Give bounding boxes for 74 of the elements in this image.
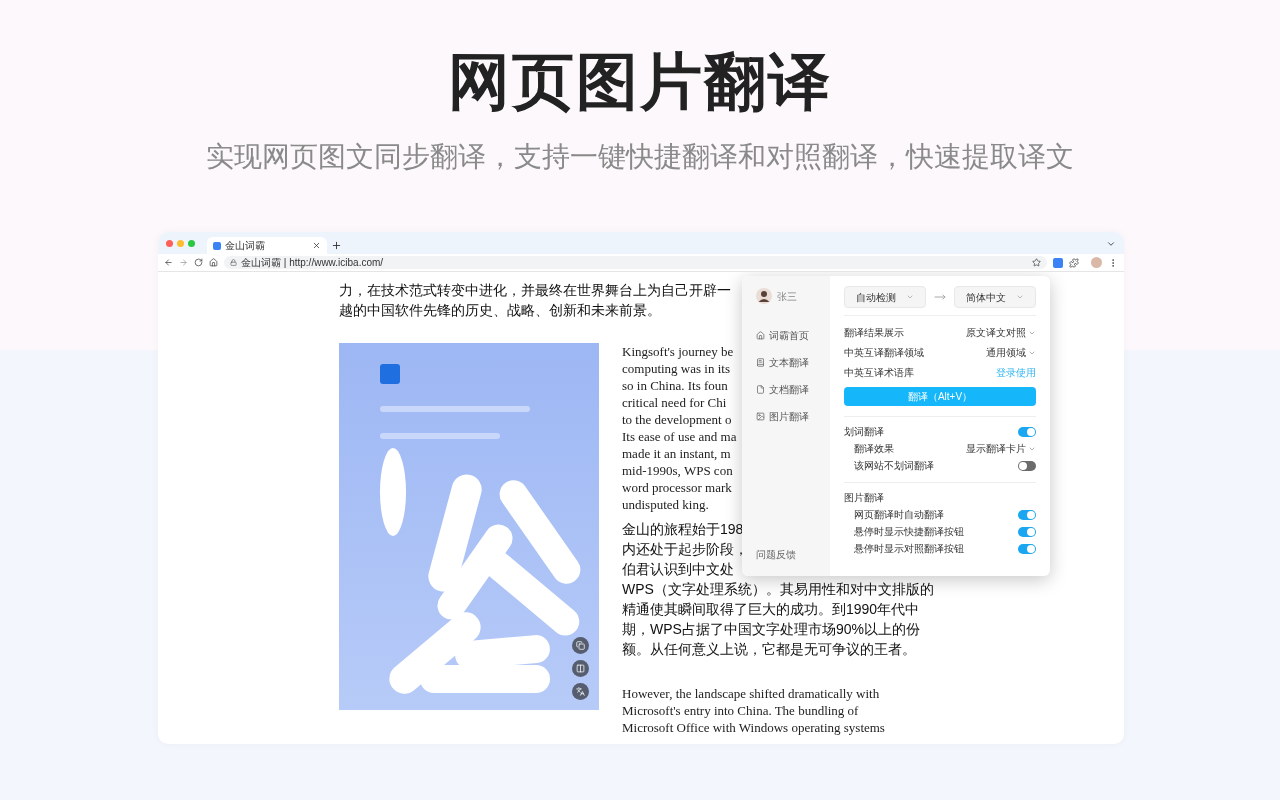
article-text: undisputed king. (622, 496, 709, 513)
article-text: computing was in its (622, 360, 730, 377)
compare-icon (576, 664, 585, 673)
setting-label: 翻译结果展示 (844, 326, 904, 340)
setting-label: 中英互译翻译领域 (844, 346, 924, 360)
page-subtitle: 实现网页图文同步翻译，支持一键快捷翻译和对照翻译，快速提取译文 (206, 140, 1074, 174)
article-text: so in China. Its foun (622, 377, 728, 394)
setting-select[interactable]: 通用领域 (986, 345, 1036, 360)
sidebar-item[interactable]: 文本翻译 (756, 349, 816, 376)
article-text: 金山的旅程始于198 (622, 520, 744, 539)
setting-select[interactable]: 显示翻译卡片 (966, 441, 1036, 456)
document-icon (756, 385, 765, 394)
setting-label: 该网站不划词翻译 (854, 459, 934, 473)
article-text: 越的中国软件先锋的历史、战略、创新和未来前景。 (339, 301, 661, 320)
article-text: 精通使其瞬间取得了巨大的成功。到1990年代中 (622, 600, 920, 619)
setting-label: 悬停时显示快捷翻译按钮 (854, 525, 964, 539)
text-icon (756, 358, 765, 367)
article-text: However, the landscape shifted dramatically with (622, 685, 880, 702)
browser-tab[interactable]: 金山词霸 (207, 237, 327, 254)
close-icon[interactable] (312, 241, 321, 250)
article-text: Microsoft Office with Windows operating systems (622, 719, 885, 736)
article-text: 内还处于起步阶段， (622, 540, 748, 559)
article-text: critical need for Chi (622, 394, 727, 411)
site-icon (213, 241, 221, 250)
language-select[interactable]: 简体中文 (954, 286, 1036, 308)
extension-icon[interactable] (1053, 257, 1063, 268)
article-text: to the development o (622, 411, 732, 428)
translate-icon (576, 687, 585, 696)
chevron-down-icon[interactable] (1106, 239, 1116, 249)
address-bar[interactable]: 金山词霸 | http://www.iciba.com/ (224, 256, 1047, 269)
setting-select[interactable]: 原文译文对照 (966, 325, 1036, 340)
article-text: mid-1990s, WPS con (622, 462, 733, 479)
copy-icon (576, 641, 585, 650)
setting-label: 中英互译术语库 (844, 366, 914, 380)
article-text: Microsoft's entry into China. The bundling of (622, 702, 859, 719)
forward-icon[interactable] (179, 258, 188, 267)
star-icon[interactable] (1032, 258, 1041, 267)
new-tab-icon[interactable] (331, 240, 342, 251)
sidebar-item[interactable]: 图片翻译 (756, 403, 816, 430)
home-icon[interactable] (209, 258, 218, 267)
sidebar-item[interactable]: 文档翻译 (756, 376, 816, 403)
article-text: WPS（文字处理系统）。其易用性和对中文排版的 (622, 580, 934, 599)
toggle-switch[interactable] (1018, 509, 1036, 520)
article-text: Kingsoft's journey be (622, 343, 734, 360)
reload-icon[interactable] (194, 258, 203, 267)
chevron-down-icon (1016, 293, 1024, 301)
back-icon[interactable] (164, 258, 173, 267)
page-title: 网页图片翻译 (448, 46, 832, 118)
language-select[interactable]: 自动检测 (844, 286, 926, 308)
user-name: 张三 (777, 289, 797, 304)
article-text: 额。从任何意义上说，它都是无可争议的王者。 (622, 640, 916, 659)
avatar (756, 288, 772, 304)
chevron-down-icon (906, 293, 914, 301)
setting-label: 翻译效果 (854, 442, 894, 456)
article-text: Its ease of use and ma (622, 428, 737, 445)
setting-label: 悬停时显示对照翻译按钮 (854, 542, 964, 556)
section-title: 图片翻译 (844, 491, 884, 505)
image-icon (756, 412, 765, 421)
toggle-switch[interactable] (1018, 543, 1036, 554)
section-title: 划词翻译 (844, 425, 884, 439)
toggle-switch[interactable] (1018, 426, 1036, 437)
feedback-link[interactable]: 问题反馈 (756, 547, 816, 562)
article-text: 伯君认识到中文处 (622, 560, 734, 579)
toggle-switch[interactable] (1018, 460, 1036, 471)
home-icon (756, 331, 765, 340)
setting-label: 网页翻译时自动翻译 (854, 508, 944, 522)
sidebar-item[interactable]: 词霸首页 (756, 322, 816, 349)
article-text: 期，WPS占据了中国文字处理市场90%以上的份 (622, 620, 920, 639)
toggle-switch[interactable] (1018, 526, 1036, 537)
extensions-icon[interactable] (1069, 257, 1079, 268)
lock-icon (230, 259, 237, 266)
article-text: 力，在技术范式转变中进化，并最终在世界舞台上为自己开辟一 (339, 281, 731, 300)
article-text: made it an instant, m (622, 445, 731, 462)
article-text: word processor mark (622, 479, 732, 496)
